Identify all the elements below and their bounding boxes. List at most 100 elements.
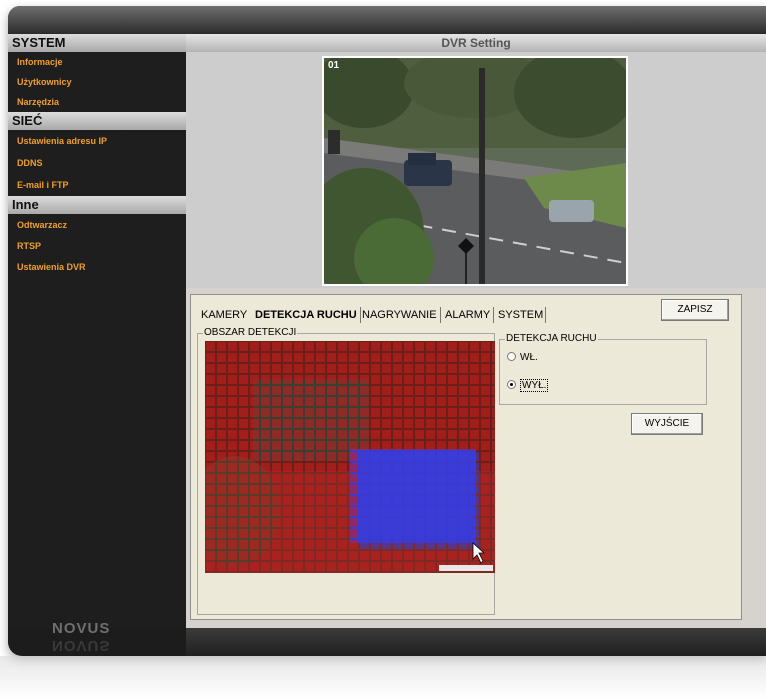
grid-cell[interactable] [360,496,369,505]
grid-cell[interactable] [459,408,468,417]
grid-cell[interactable] [272,375,281,384]
grid-cell[interactable] [448,529,457,538]
grid-cell[interactable] [294,364,303,373]
grid-cell[interactable] [470,452,479,461]
grid-cell[interactable] [437,408,446,417]
grid-cell[interactable] [415,386,424,395]
grid-cell[interactable] [239,430,248,439]
grid-cell[interactable] [316,485,325,494]
grid-cell[interactable] [239,342,248,351]
grid-cell[interactable] [404,507,413,516]
grid-cell[interactable] [327,496,336,505]
grid-cell[interactable] [382,452,391,461]
grid-cell[interactable] [448,507,457,516]
grid-cell[interactable] [382,342,391,351]
grid-cell[interactable] [349,408,358,417]
grid-cell[interactable] [393,397,402,406]
grid-cell[interactable] [305,375,314,384]
grid-cell[interactable] [437,474,446,483]
grid-cell[interactable] [316,364,325,373]
grid-cell[interactable] [305,474,314,483]
grid-cell[interactable] [437,551,446,560]
grid-cell[interactable] [371,364,380,373]
grid-cell[interactable] [349,397,358,406]
grid-cell[interactable] [217,507,226,516]
grid-cell[interactable] [272,408,281,417]
grid-cell[interactable] [228,419,237,428]
grid-cell[interactable] [393,540,402,549]
grid-cell[interactable] [239,364,248,373]
grid-cell[interactable] [316,529,325,538]
grid-cell[interactable] [250,540,259,549]
grid-cell[interactable] [206,551,215,560]
grid-cell[interactable] [459,397,468,406]
grid-cell[interactable] [250,452,259,461]
grid-cell[interactable] [382,485,391,494]
grid-cell[interactable] [283,419,292,428]
grid-cell[interactable] [272,507,281,516]
grid-cell[interactable] [272,364,281,373]
grid-cell[interactable] [250,430,259,439]
grid-cell[interactable] [360,397,369,406]
grid-cell[interactable] [415,507,424,516]
grid-cell[interactable] [294,397,303,406]
grid-cell[interactable] [261,452,270,461]
grid-cell[interactable] [404,529,413,538]
grid-cell[interactable] [448,463,457,472]
grid-cell[interactable] [228,375,237,384]
save-button[interactable]: ZAPISZ [661,299,729,321]
grid-cell[interactable] [272,485,281,494]
radio-on[interactable]: WŁ. [507,351,538,365]
grid-cell[interactable] [492,463,495,472]
grid-cell[interactable] [404,397,413,406]
grid-cell[interactable] [437,441,446,450]
grid-cell[interactable] [294,540,303,549]
grid-cell[interactable] [261,507,270,516]
grid-cell[interactable] [481,342,490,351]
grid-cell[interactable] [371,441,380,450]
grid-cell[interactable] [415,419,424,428]
radio-on-indicator[interactable] [507,352,516,361]
grid-cell[interactable] [239,496,248,505]
grid-cell[interactable] [272,540,281,549]
grid-cell[interactable] [360,375,369,384]
grid-cell[interactable] [305,397,314,406]
grid-cell[interactable] [283,353,292,362]
grid-cell[interactable] [448,518,457,527]
grid-cell[interactable] [492,496,495,505]
grid-cell[interactable] [360,441,369,450]
grid-cell[interactable] [294,496,303,505]
grid-cell[interactable] [283,408,292,417]
grid-cell[interactable] [217,386,226,395]
grid-cell[interactable] [481,441,490,450]
grid-cell[interactable] [459,496,468,505]
grid-cell[interactable] [338,540,347,549]
grid-cell[interactable] [294,507,303,516]
grid-cell[interactable] [437,496,446,505]
grid-cell[interactable] [426,375,435,384]
grid-cell[interactable] [217,342,226,351]
grid-cell[interactable] [371,540,380,549]
grid-cell[interactable] [217,496,226,505]
grid-cell[interactable] [470,342,479,351]
grid-cell[interactable] [294,419,303,428]
grid-cell[interactable] [305,485,314,494]
grid-cell[interactable] [206,562,215,571]
grid-cell[interactable] [239,353,248,362]
grid-cell[interactable] [382,419,391,428]
grid-cell[interactable] [272,353,281,362]
grid-cell[interactable] [272,452,281,461]
grid-cell[interactable] [492,518,495,527]
grid-cell[interactable] [415,364,424,373]
grid-cell[interactable] [426,452,435,461]
grid-cell[interactable] [228,408,237,417]
grid-cell[interactable] [360,463,369,472]
grid-cell[interactable] [448,364,457,373]
grid-cell[interactable] [415,540,424,549]
grid-cell[interactable] [360,529,369,538]
grid-cell[interactable] [404,452,413,461]
grid-cell[interactable] [437,529,446,538]
tab-alarmy[interactable]: ALARMY [445,307,490,323]
grid-cell[interactable] [239,397,248,406]
grid-cell[interactable] [481,375,490,384]
